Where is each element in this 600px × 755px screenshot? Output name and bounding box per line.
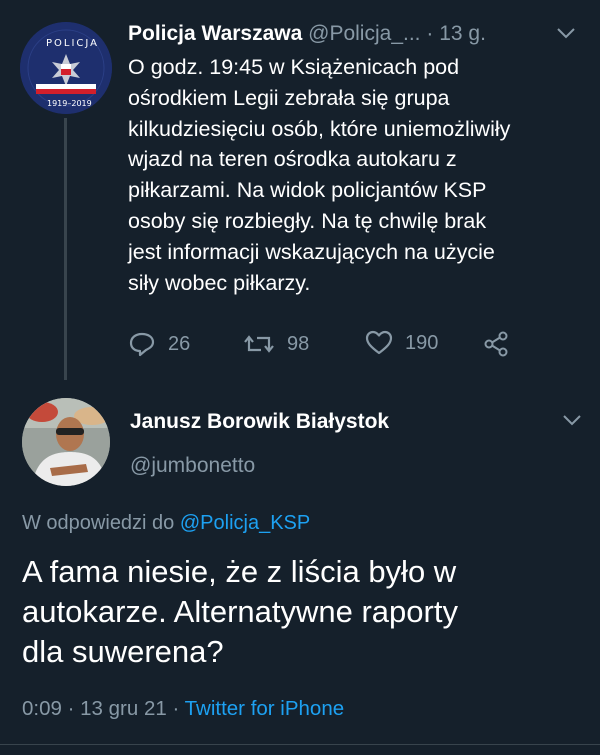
like-count: 190 [405,331,439,354]
author-name[interactable]: Janusz Borowik Białystok [130,410,389,434]
police-badge-logo: POLICJA 1919–2019 [20,22,112,114]
retweet-count: 98 [287,332,310,355]
tweet-date[interactable]: 13 gru 21 [80,697,167,720]
avatar-policja-warszawa[interactable]: POLICJA 1919–2019 [20,22,112,114]
share-icon [484,331,508,357]
thread-connector-line [64,118,67,380]
reply-context: W odpowiedzi do @Policja_KSP [22,512,310,535]
tweet2-text: A fama niesie, że z liścia było w autoka… [22,554,458,669]
tweet1-text: O godz. 19:45 w Książenicach pod ośrodki… [128,55,511,295]
retweet-button[interactable]: 98 [243,330,309,358]
divider [0,744,600,745]
badge-text-bottom: 1919–2019 [47,99,92,108]
tweet-time[interactable]: 0:09 [22,697,62,720]
reply-to-link[interactable]: @Policja_KSP [180,512,310,534]
like-button[interactable]: 190 [365,330,438,356]
author-handle[interactable]: @jumbonetto [130,454,255,478]
author-name[interactable]: Policja Warszawa [128,22,302,45]
reply-icon [129,332,155,357]
tweet2-meta: 0:09 · 13 gru 21 · Twitter for iPhone [22,697,344,721]
user-photo [22,398,110,486]
share-button[interactable] [482,330,522,358]
source-link[interactable]: Twitter for iPhone [185,697,345,720]
meta-separator: · [67,697,75,720]
avatar-janusz-borowik[interactable] [22,398,110,486]
tweet1-header: Policja Warszawa @Policja_... · 13 g. [128,22,486,46]
header-separator: · [426,22,434,45]
tweet-time[interactable]: 13 g. [439,22,486,45]
reply-prefix: W odpowiedzi do [22,512,175,534]
retweet-icon [244,335,274,353]
heart-icon [365,330,393,355]
reply-button[interactable]: 26 [128,330,190,358]
tweet2-menu-chevron-icon[interactable] [562,413,582,432]
meta-separator: · [172,697,180,720]
badge-text-top: POLICJA [46,38,99,49]
reply-count: 26 [168,332,191,355]
author-handle[interactable]: @Policja_... [308,22,420,45]
tweet1-menu-chevron-icon[interactable] [556,24,576,45]
